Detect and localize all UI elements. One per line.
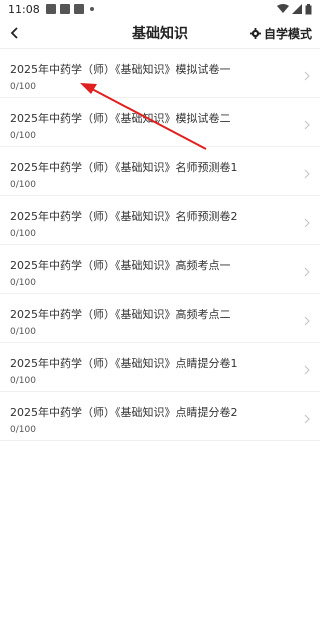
notification-icon <box>45 4 56 14</box>
item-title: 2025年中药学（师）《基础知识》点睛提分卷1 <box>10 357 238 370</box>
item-title: 2025年中药学（师）《基础知识》模拟试卷一 <box>10 63 231 76</box>
chevron-right-icon <box>304 218 310 228</box>
item-progress: 0/100 <box>10 82 36 92</box>
item-progress: 0/100 <box>10 131 36 141</box>
header: 基础知识 自学模式 <box>0 18 320 49</box>
item-progress: 0/100 <box>10 425 36 435</box>
item-progress: 0/100 <box>10 327 36 337</box>
notification-icon <box>73 4 84 14</box>
chevron-right-icon <box>304 71 310 81</box>
list-item[interactable]: 2025年中药学（师）《基础知识》模拟试卷二 0/100 <box>0 98 320 147</box>
item-progress: 0/100 <box>10 278 36 288</box>
list-item[interactable]: 2025年中药学（师）《基础知识》模拟试卷一 0/100 <box>0 49 320 98</box>
item-progress: 0/100 <box>10 229 36 239</box>
back-button[interactable] <box>0 27 30 39</box>
list-item[interactable]: 2025年中药学（师）《基础知识》点睛提分卷2 0/100 <box>0 392 320 441</box>
list-item[interactable]: 2025年中药学（师）《基础知识》高频考点二 0/100 <box>0 294 320 343</box>
list-item[interactable]: 2025年中药学（师）《基础知识》名师预测卷1 0/100 <box>0 147 320 196</box>
item-title: 2025年中药学（师）《基础知识》高频考点二 <box>10 308 231 321</box>
signal-icon <box>292 4 302 14</box>
status-time: 11:08 <box>8 2 40 16</box>
more-notifications-icon <box>89 7 94 11</box>
item-title: 2025年中药学（师）《基础知识》高频考点一 <box>10 259 231 272</box>
chevron-right-icon <box>304 365 310 375</box>
item-title: 2025年中药学（师）《基础知识》点睛提分卷2 <box>10 406 238 419</box>
battery-icon <box>305 3 312 14</box>
chevron-right-icon <box>304 267 310 277</box>
chevron-right-icon <box>304 169 310 179</box>
item-title: 2025年中药学（师）《基础知识》名师预测卷1 <box>10 161 238 174</box>
exam-list: 2025年中药学（师）《基础知识》模拟试卷一 0/100 2025年中药学（师）… <box>0 49 320 441</box>
self-study-mode-label: 自学模式 <box>263 26 312 41</box>
chevron-left-icon <box>10 27 18 39</box>
chevron-right-icon <box>304 414 310 424</box>
notification-icon <box>59 4 70 14</box>
list-item[interactable]: 2025年中药学（师）《基础知识》点睛提分卷1 0/100 <box>0 343 320 392</box>
status-bar: 11:08 <box>0 0 320 18</box>
chevron-right-icon <box>304 316 310 326</box>
item-title: 2025年中药学（师）《基础知识》名师预测卷2 <box>10 210 238 223</box>
gear-icon <box>249 27 261 39</box>
wifi-icon <box>277 4 289 13</box>
item-progress: 0/100 <box>10 180 36 190</box>
chevron-right-icon <box>304 120 310 130</box>
item-title: 2025年中药学（师）《基础知识》模拟试卷二 <box>10 112 231 125</box>
item-progress: 0/100 <box>10 376 36 386</box>
list-item[interactable]: 2025年中药学（师）《基础知识》名师预测卷2 0/100 <box>0 196 320 245</box>
self-study-mode-button[interactable]: 自学模式 <box>249 25 312 42</box>
list-item[interactable]: 2025年中药学（师）《基础知识》高频考点一 0/100 <box>0 245 320 294</box>
